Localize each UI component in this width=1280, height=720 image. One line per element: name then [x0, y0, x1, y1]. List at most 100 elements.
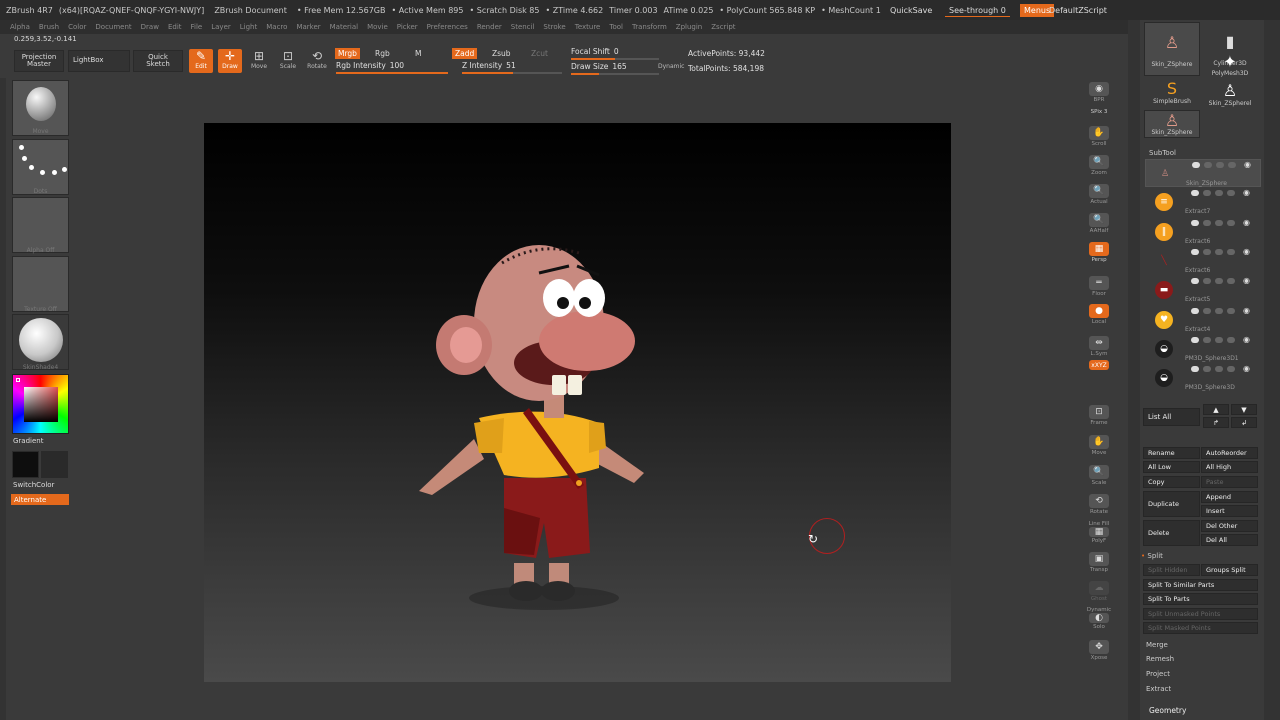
- subtool-toggle-icon[interactable]: [1215, 278, 1223, 285]
- list-all-button[interactable]: List All: [1143, 408, 1200, 426]
- subtool-toggle-icon[interactable]: [1215, 190, 1223, 197]
- subtool-row[interactable]: ◒ ◉ PM3D_Sphere3D1: [1145, 335, 1261, 363]
- subtool-toggle-icon[interactable]: [1215, 248, 1223, 255]
- z-intensity-track[interactable]: [462, 72, 562, 74]
- subtool-toggle-icon[interactable]: [1203, 307, 1211, 314]
- zadd-button[interactable]: Zadd: [452, 48, 478, 59]
- main-color-swatch[interactable]: [12, 451, 39, 478]
- split-to-parts-button[interactable]: Split To Parts: [1143, 593, 1258, 605]
- duplicate-button[interactable]: Duplicate: [1143, 491, 1200, 517]
- subtool-row[interactable]: ♙ ◉ Skin_ZSphere: [1145, 159, 1261, 187]
- lsym-button[interactable]: ⇹ L.Sym: [1087, 336, 1111, 358]
- scale-button[interactable]: ⊡ Scale: [276, 49, 300, 73]
- visibility-eye-icon[interactable]: ◉: [1243, 247, 1250, 256]
- subtool-toggle-icon[interactable]: [1215, 336, 1223, 343]
- visibility-eye-icon[interactable]: ◉: [1243, 364, 1250, 373]
- stroke-selector[interactable]: [12, 139, 69, 195]
- subtool-toggle-icon[interactable]: [1191, 219, 1199, 226]
- polyf-button[interactable]: Line Fill ▦ PolyF: [1087, 520, 1111, 544]
- quicksave-button[interactable]: QuickSave: [886, 4, 936, 17]
- gradient-label[interactable]: Gradient: [13, 437, 43, 445]
- menu-item-document[interactable]: Document: [95, 23, 131, 31]
- menu-item-alpha[interactable]: Alpha: [10, 23, 30, 31]
- subtool-toggle-icon[interactable]: [1203, 248, 1211, 255]
- aahalf-button[interactable]: 🔍 AAHalf: [1087, 213, 1111, 235]
- split-similar-parts-button[interactable]: Split To Similar Parts: [1143, 579, 1258, 591]
- subtool-toggle-icon[interactable]: [1191, 278, 1199, 285]
- subtool-toggle-icon[interactable]: [1203, 219, 1211, 226]
- menu-item-transform[interactable]: Transform: [632, 23, 667, 31]
- draw-button[interactable]: ✛ Draw: [218, 49, 242, 73]
- lightbox-button[interactable]: LightBox: [68, 50, 130, 72]
- see-through-slider[interactable]: See-through 0: [945, 4, 1010, 17]
- extract-section[interactable]: Extract: [1146, 685, 1171, 693]
- ghost-button[interactable]: ☁ Ghost: [1087, 581, 1111, 603]
- focal-shift-track[interactable]: [571, 58, 659, 60]
- scale-view-button[interactable]: 🔍 Scale: [1087, 465, 1111, 487]
- subtool-toggle-icon[interactable]: [1227, 219, 1235, 226]
- subtool-toggle-icon[interactable]: [1192, 162, 1200, 168]
- subtool-toggle-icon[interactable]: [1215, 366, 1223, 373]
- merge-section[interactable]: Merge: [1146, 641, 1168, 649]
- solo-button[interactable]: Dynamic ◐ Solo: [1087, 606, 1111, 630]
- m-button[interactable]: M: [412, 48, 424, 59]
- rotate-button[interactable]: ⟲ Rotate: [305, 49, 329, 73]
- default-zscript-button[interactable]: DefaultZScript: [1045, 4, 1111, 17]
- menu-item-texture[interactable]: Texture: [575, 23, 601, 31]
- frame-button[interactable]: ⊡ Frame: [1087, 405, 1111, 427]
- menu-item-zplugin[interactable]: Zplugin: [676, 23, 702, 31]
- subtool-toggle-icon[interactable]: [1191, 336, 1199, 343]
- subtool-toggle-icon[interactable]: [1203, 190, 1211, 197]
- subtool-toggle-icon[interactable]: [1227, 366, 1235, 373]
- split-masked-button[interactable]: Split Masked Points: [1143, 622, 1258, 634]
- paste-button[interactable]: Paste: [1201, 476, 1258, 488]
- focal-shift-slider[interactable]: Focal Shift 0: [571, 47, 619, 56]
- all-high-button[interactable]: All High: [1201, 461, 1258, 473]
- dynamic-toggle[interactable]: Dynamic: [658, 63, 684, 70]
- move-view-button[interactable]: ✋ Move: [1087, 435, 1111, 457]
- menu-item-stencil[interactable]: Stencil: [511, 23, 535, 31]
- rgb-intensity-slider[interactable]: Rgb Intensity 100: [336, 61, 404, 70]
- xpose-button[interactable]: ✥ Xpose: [1087, 640, 1111, 662]
- xyz-button[interactable]: xXYZ: [1087, 360, 1111, 372]
- menu-item-preferences[interactable]: Preferences: [427, 23, 468, 31]
- geometry-section[interactable]: Geometry: [1149, 706, 1186, 715]
- tool-thumb-skin-zsphere-2[interactable]: ♙ Skin_ZSphere: [1144, 110, 1200, 138]
- material-selector[interactable]: [12, 314, 69, 370]
- menu-item-draw[interactable]: Draw: [141, 23, 159, 31]
- subtool-toggle-icon[interactable]: [1227, 190, 1235, 197]
- subtool-toggle-icon[interactable]: [1204, 162, 1212, 168]
- subtool-toggle-icon[interactable]: [1227, 278, 1235, 285]
- scroll-button[interactable]: ✋ Scroll: [1087, 126, 1111, 148]
- autoreorder-button[interactable]: AutoReorder: [1201, 447, 1258, 459]
- color-picker[interactable]: [12, 374, 69, 434]
- quick-sketch-button[interactable]: Quick Sketch: [133, 50, 183, 72]
- menu-item-layer[interactable]: Layer: [211, 23, 231, 31]
- subtool-toggle-icon[interactable]: [1215, 219, 1223, 226]
- texture-selector[interactable]: [12, 256, 69, 312]
- menu-item-material[interactable]: Material: [330, 23, 358, 31]
- delete-button[interactable]: Delete: [1143, 520, 1200, 546]
- spix-slider[interactable]: SPix 3: [1087, 108, 1111, 118]
- arrow-down-left-icon[interactable]: ↲: [1231, 417, 1257, 428]
- subtool-toggle-icon[interactable]: [1215, 307, 1223, 314]
- arrow-up-right-icon[interactable]: ↱: [1203, 417, 1229, 428]
- menu-item-tool[interactable]: Tool: [609, 23, 623, 31]
- menu-item-edit[interactable]: Edit: [168, 23, 182, 31]
- alpha-selector[interactable]: [12, 197, 69, 253]
- floor-button[interactable]: ═ Floor: [1087, 276, 1111, 298]
- rotate-view-button[interactable]: ⟲ Rotate: [1087, 494, 1111, 516]
- remesh-section[interactable]: Remesh: [1146, 655, 1174, 663]
- subtool-toggle-icon[interactable]: [1228, 162, 1236, 168]
- subtool-toggle-icon[interactable]: [1191, 366, 1199, 373]
- visibility-eye-icon[interactable]: ◉: [1243, 276, 1250, 285]
- del-all-button[interactable]: Del All: [1201, 534, 1258, 546]
- subtool-row[interactable]: ♥ ◉ Extract4: [1145, 306, 1261, 334]
- subtool-toggle-icon[interactable]: [1216, 162, 1224, 168]
- arrow-down-icon[interactable]: ▼: [1231, 404, 1257, 415]
- rgb-intensity-track[interactable]: [336, 72, 448, 74]
- arrow-up-icon[interactable]: ▲: [1203, 404, 1229, 415]
- subtool-toggle-icon[interactable]: [1227, 307, 1235, 314]
- alternate-button[interactable]: Alternate: [11, 494, 69, 505]
- tool-thumb-simplebrush[interactable]: S SimpleBrush: [1144, 78, 1200, 110]
